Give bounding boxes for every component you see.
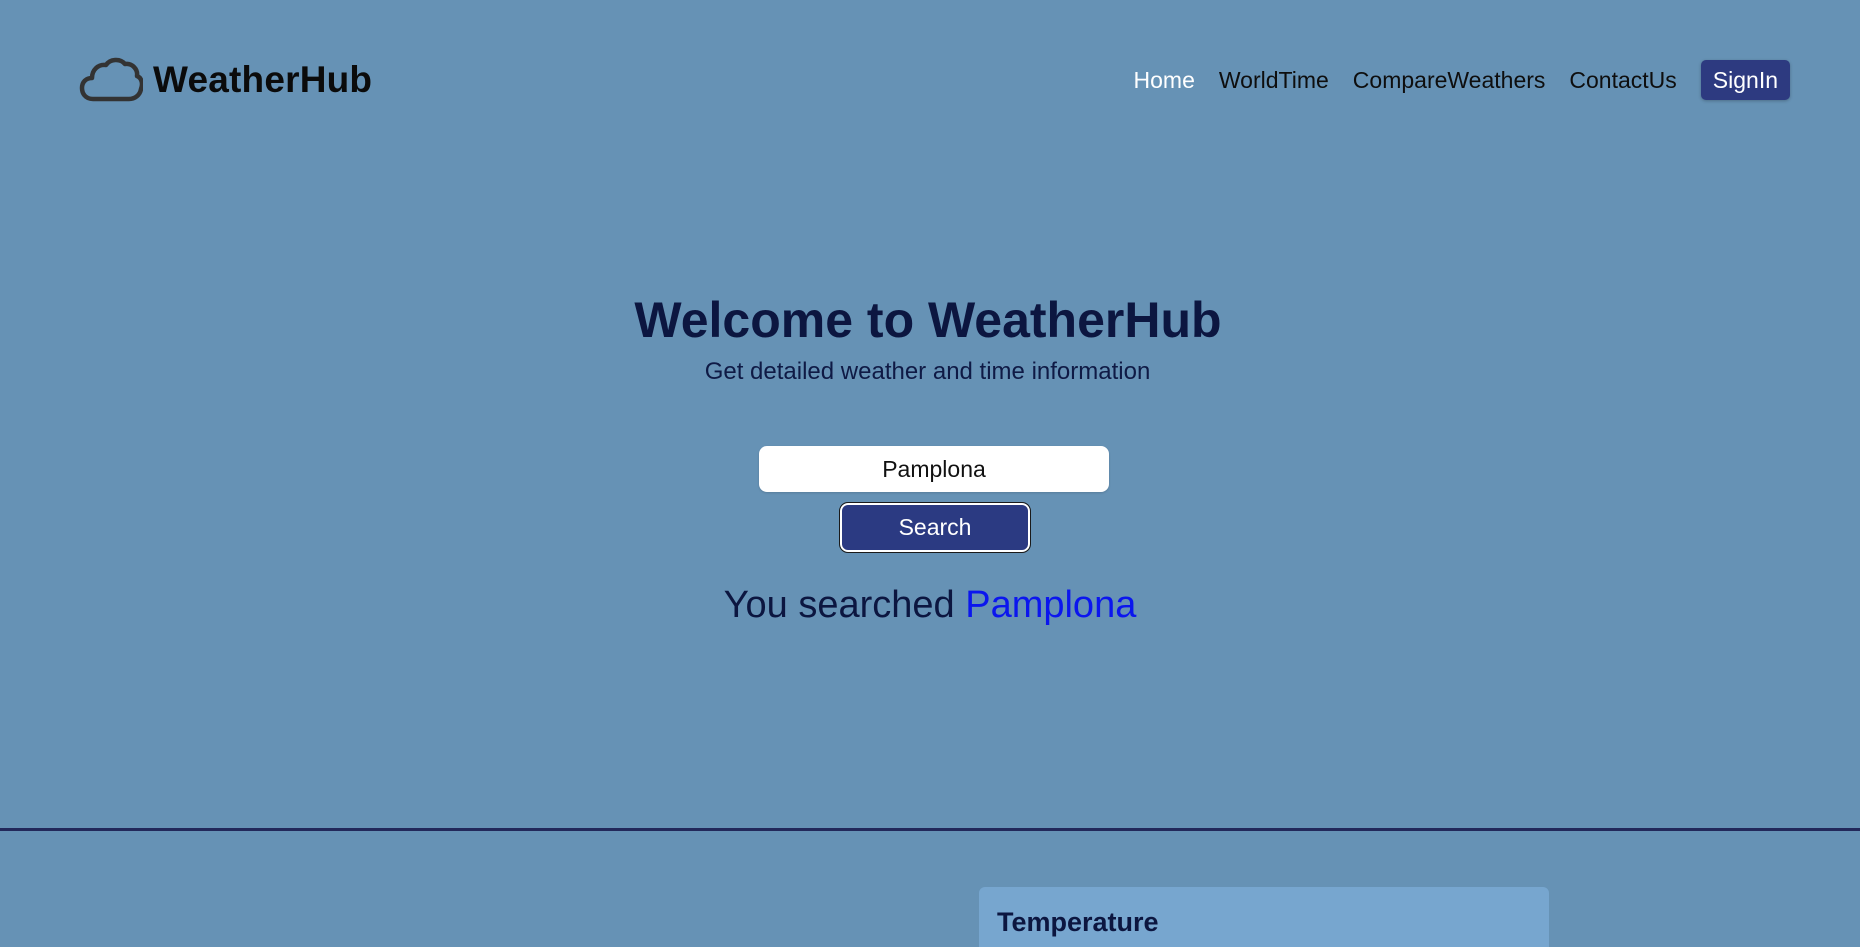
hero-title: Welcome to WeatherHub bbox=[634, 292, 1222, 348]
search-form: Search bbox=[0, 446, 1860, 553]
temperature-card: Temperature bbox=[979, 887, 1549, 947]
search-result-city: Pamplona bbox=[965, 584, 1137, 626]
temperature-card-title: Temperature bbox=[997, 907, 1159, 937]
search-result-prefix: You searched bbox=[723, 584, 955, 626]
main-nav: Home WorldTime CompareWeathers ContactUs… bbox=[1122, 60, 1790, 100]
city-search-input[interactable] bbox=[759, 446, 1109, 492]
brand-logo-link[interactable]: WeatherHub bbox=[79, 55, 372, 105]
cloud-icon bbox=[79, 57, 143, 102]
search-button[interactable]: Search bbox=[839, 502, 1031, 553]
nav-link-worldtime[interactable]: WorldTime bbox=[1207, 60, 1341, 100]
hero-subtitle: Get detailed weather and time informatio… bbox=[704, 358, 1151, 385]
hero-section: Welcome to WeatherHub Get detailed weath… bbox=[0, 290, 1860, 388]
signin-button[interactable]: SignIn bbox=[1700, 60, 1790, 100]
search-result-text: You searched Pamplona bbox=[0, 580, 1860, 630]
nav-link-home[interactable]: Home bbox=[1122, 60, 1207, 100]
section-divider bbox=[0, 828, 1860, 831]
page: WeatherHub Home WorldTime CompareWeather… bbox=[0, 0, 1860, 947]
nav-link-contactus[interactable]: ContactUs bbox=[1557, 60, 1688, 100]
nav-link-compareweathers[interactable]: CompareWeathers bbox=[1341, 60, 1558, 100]
site-header: WeatherHub Home WorldTime CompareWeather… bbox=[0, 0, 1860, 160]
brand-name: WeatherHub bbox=[153, 59, 373, 100]
